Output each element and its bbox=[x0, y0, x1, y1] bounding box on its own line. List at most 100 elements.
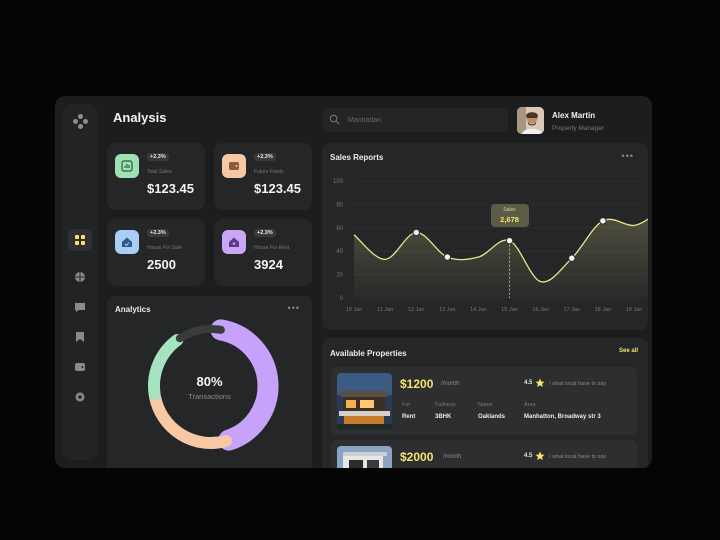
user-name: Alex Martin bbox=[552, 111, 596, 120]
property-col-header: Area bbox=[524, 402, 536, 408]
sales-report-panel: Sales Reports ••• 0 20 40 60 80 100 10 Jan 11 J… bbox=[322, 143, 648, 330]
sidebar-item-saved[interactable] bbox=[68, 326, 92, 348]
x-tick-label: 14 Jan bbox=[470, 307, 487, 313]
x-tick-label: 12 Jan bbox=[408, 307, 425, 313]
grid-icon bbox=[75, 235, 85, 245]
change-badge: +2.3% bbox=[254, 229, 276, 237]
property-card[interactable]: $1200 /month 4.5 / what local have to sa… bbox=[331, 367, 637, 435]
property-price: $2000 bbox=[400, 450, 434, 464]
chart-tooltip: Sales 2,678 bbox=[490, 203, 529, 227]
property-col-value: Oaklands bbox=[478, 414, 506, 420]
x-tick-label: 16 Jan bbox=[532, 307, 549, 313]
stat-icon-box bbox=[222, 230, 246, 254]
donut-center-value: 80% bbox=[196, 374, 223, 389]
x-tick-label: 10 Jan bbox=[346, 307, 363, 313]
search-input[interactable] bbox=[346, 111, 500, 130]
analytics-panel: Analytics ••• 80% Transactions bbox=[107, 296, 312, 468]
sidebar-item-dashboard[interactable] bbox=[68, 229, 92, 251]
stat-card-total-sales[interactable]: +2.3% Total Sales $123.45 bbox=[107, 143, 205, 210]
stat-card-house-for-sale[interactable]: +2.3% House For Sale 2500 bbox=[107, 219, 205, 286]
available-properties-panel: Available Properties See all $1200 /mont… bbox=[322, 338, 648, 468]
data-point[interactable] bbox=[505, 236, 514, 245]
sidebar bbox=[63, 104, 97, 460]
data-point[interactable] bbox=[599, 217, 607, 225]
properties-title: Available Properties bbox=[330, 349, 407, 358]
stat-label: House For Sale bbox=[147, 245, 182, 251]
search-bar[interactable] bbox=[322, 108, 508, 132]
bookmark-icon bbox=[76, 332, 84, 342]
search-icon bbox=[329, 114, 340, 125]
property-image bbox=[337, 446, 392, 468]
property-col-value: 3BHK bbox=[435, 414, 452, 420]
x-tick-label: 19 Jan bbox=[626, 307, 643, 313]
stat-card-future-funds[interactable]: +2.3% Future Funds $123.45 bbox=[214, 143, 312, 210]
stat-icon-box bbox=[222, 154, 246, 178]
app-logo[interactable] bbox=[73, 114, 88, 129]
house-icon bbox=[229, 237, 239, 247]
star-icon bbox=[535, 451, 545, 460]
y-tick-label: 80 bbox=[336, 202, 343, 208]
wallet-icon bbox=[75, 363, 85, 371]
stat-label: House For Rent bbox=[254, 245, 290, 251]
data-point[interactable] bbox=[568, 254, 576, 262]
sidebar-item-explore[interactable] bbox=[68, 266, 92, 288]
y-tick-label: 40 bbox=[336, 249, 343, 255]
tooltip-label: Sales bbox=[503, 206, 516, 213]
stat-icon-box bbox=[115, 230, 139, 254]
see-all-link[interactable]: See all bbox=[619, 348, 638, 354]
x-tick-label: 15 Jan bbox=[501, 307, 518, 313]
sales-line-chart: 0 20 40 60 80 100 10 Jan 11 Jan 12 Jan 13 Jan 14 J… bbox=[333, 179, 648, 313]
property-col-header: Name bbox=[478, 402, 493, 408]
property-card[interactable]: $2000 /month 4.5 / what local have to sa… bbox=[331, 440, 637, 468]
y-tick-label: 0 bbox=[340, 296, 344, 302]
property-review-note: / what local have to say bbox=[549, 454, 607, 460]
chart-icon bbox=[121, 160, 133, 172]
property-col-value: Rent bbox=[402, 414, 416, 420]
x-tick-label: 18 Jan bbox=[595, 307, 612, 313]
data-point[interactable] bbox=[443, 253, 452, 261]
stat-value: 2500 bbox=[147, 257, 176, 272]
page-title: Analysis bbox=[113, 110, 167, 125]
tooltip-value: 2,678 bbox=[500, 214, 519, 224]
donut-segment bbox=[149, 390, 232, 449]
stat-label: Future Funds bbox=[254, 169, 284, 175]
property-period: /month bbox=[443, 454, 462, 460]
sidebar-item-settings[interactable] bbox=[68, 386, 92, 408]
x-tick-label: 17 Jan bbox=[564, 307, 581, 313]
stat-label: Total Sales bbox=[147, 169, 172, 175]
sidebar-item-messages[interactable] bbox=[68, 296, 92, 318]
property-review-note: / what local have to say bbox=[549, 381, 607, 387]
property-price: $1200 bbox=[400, 377, 434, 391]
y-tick-label: 60 bbox=[336, 226, 343, 232]
settings-icon bbox=[75, 392, 85, 402]
wallet-icon bbox=[229, 162, 239, 170]
y-tick-label: 20 bbox=[336, 273, 343, 279]
avatar[interactable] bbox=[517, 107, 544, 134]
chat-icon bbox=[75, 303, 85, 312]
change-badge: +2.3% bbox=[147, 153, 169, 161]
change-badge: +2.3% bbox=[147, 229, 169, 237]
stat-card-house-for-rent[interactable]: +2.3% House For Rent 3924 bbox=[214, 219, 312, 286]
sidebar-item-wallet[interactable] bbox=[68, 356, 92, 378]
house-icon bbox=[122, 237, 132, 247]
stat-value: 3924 bbox=[254, 257, 283, 272]
app-window: Analysis Alex Martin Property Manager +2… bbox=[55, 96, 652, 468]
stat-value: $123.45 bbox=[254, 181, 301, 196]
data-point[interactable] bbox=[412, 228, 420, 237]
user-role: Property Manager bbox=[552, 125, 605, 132]
stat-icon-box bbox=[115, 154, 139, 178]
property-rating: 4.5 bbox=[524, 380, 533, 386]
property-col-value: Manhatton, Broadway str 3 bbox=[524, 414, 601, 420]
stat-value: $123.45 bbox=[147, 181, 194, 196]
donut-center-label: Transactions bbox=[188, 392, 231, 401]
star-icon bbox=[535, 378, 545, 387]
user-photo bbox=[517, 107, 544, 134]
property-col-header: For bbox=[402, 402, 411, 408]
y-tick-label: 100 bbox=[333, 179, 344, 185]
x-tick-label: 11 Jan bbox=[377, 307, 393, 313]
change-badge: +2.3% bbox=[254, 153, 276, 161]
basketball-icon bbox=[75, 272, 85, 282]
property-rating: 4.5 bbox=[524, 453, 533, 459]
property-col-header: Fullness bbox=[435, 402, 456, 408]
x-tick-label: 13 Jan bbox=[439, 307, 456, 313]
